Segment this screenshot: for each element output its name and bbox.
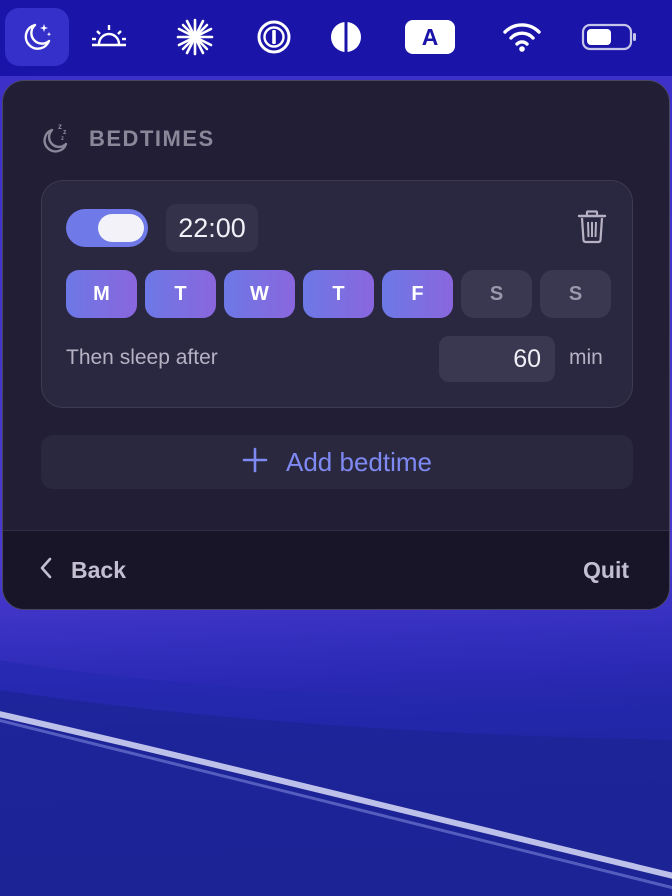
back-button[interactable]: Back — [39, 557, 126, 584]
quit-button[interactable]: Quit — [583, 557, 629, 584]
menu-bar: A — [0, 0, 672, 76]
menubar-sunrise-icon[interactable] — [77, 8, 141, 66]
bedtime-card: 22:00 MTWTFSS Then sleep after 60 min — [41, 180, 633, 408]
svg-text:z: z — [61, 136, 64, 142]
svg-text:z: z — [58, 122, 62, 131]
panel-footer: Back Quit — [3, 530, 669, 609]
add-bedtime-label: Add bedtime — [286, 446, 432, 477]
weekday-toggle[interactable]: T — [145, 270, 216, 318]
menubar-wifi-icon[interactable] — [490, 8, 554, 66]
sleep-after-label: Then sleep after — [66, 346, 218, 369]
trash-icon — [577, 209, 607, 249]
bedtimes-popover: z z z BEDTIMES 22:00 M T W T F S S Then … — [2, 80, 670, 610]
panel-body: z z z BEDTIMES 22:00 M T W T F S S Then … — [3, 81, 669, 530]
bedtime-enable-toggle[interactable] — [66, 209, 148, 247]
back-label: Back — [71, 557, 126, 583]
weekday-toggle[interactable]: T — [303, 270, 374, 318]
section-title: BEDTIMES — [89, 126, 215, 151]
menubar-moon-stars-icon[interactable] — [5, 8, 69, 66]
weekday-selector: MTWTFSS — [66, 270, 611, 318]
svg-text:z: z — [63, 129, 67, 136]
menubar-contrast-icon[interactable] — [314, 8, 378, 66]
chevron-left-icon — [39, 557, 53, 584]
section-header: z z z BEDTIMES — [41, 121, 215, 158]
bedtime-time-field[interactable]: 22:00 — [166, 204, 258, 252]
menubar-password-manager-icon[interactable] — [242, 8, 306, 66]
weekday-toggle[interactable]: W — [224, 270, 295, 318]
delete-bedtime-button[interactable] — [576, 209, 608, 249]
sleep-after-minutes-input[interactable]: 60 — [439, 336, 555, 382]
moon-zzz-icon: z z z — [41, 121, 73, 158]
menubar-sparkle-icon[interactable] — [163, 8, 227, 66]
add-bedtime-button[interactable]: Add bedtime — [41, 435, 633, 489]
menubar-battery-icon[interactable] — [578, 8, 642, 66]
sleep-after-unit: min — [569, 346, 603, 369]
plus-icon — [242, 447, 268, 478]
menubar-input-source-icon[interactable]: A — [398, 8, 462, 66]
toggle-knob — [98, 214, 144, 242]
weekday-toggle[interactable]: S — [461, 270, 532, 318]
input-source-label: A — [421, 23, 439, 50]
weekday-toggle[interactable]: F — [382, 270, 453, 318]
weekday-toggle[interactable]: S — [540, 270, 611, 318]
weekday-toggle[interactable]: M — [66, 270, 137, 318]
